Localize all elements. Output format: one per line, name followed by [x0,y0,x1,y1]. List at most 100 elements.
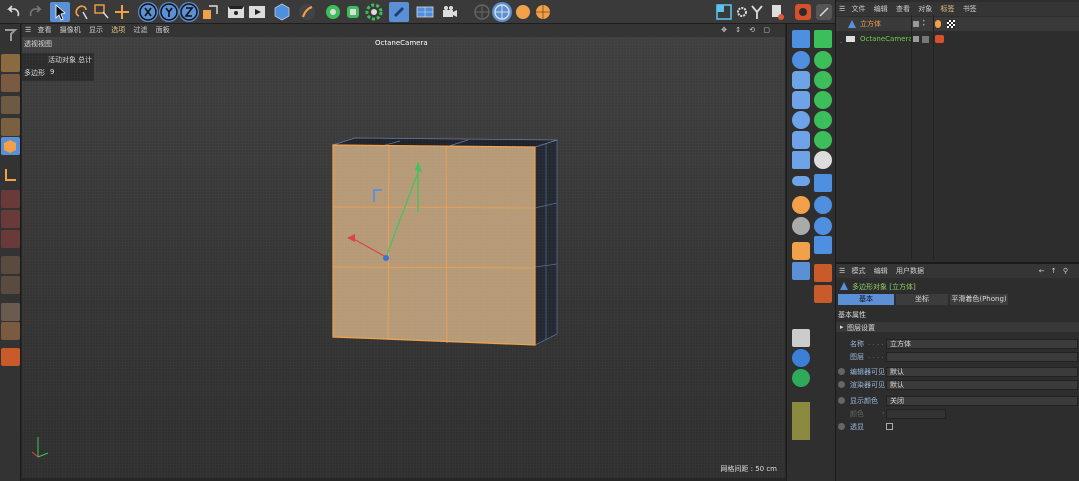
keyframe-icon[interactable] [838,368,845,375]
camera-icon[interactable] [440,2,460,22]
viewport-nav-icons[interactable]: ✥ ↕ ⟲ ▢ [721,24,773,37]
pen-spline-icon[interactable] [297,2,317,22]
render-view-icon[interactable] [226,2,246,22]
am-menu-userdata[interactable]: 用户数据 [896,267,924,275]
cube-top-face[interactable] [332,137,558,148]
rect-selection-icon[interactable] [92,2,112,22]
layer-icon[interactable] [913,21,919,27]
axis-mode-icon[interactable] [1,166,20,184]
floor-icon[interactable] [415,2,435,22]
gizmo-x-axis[interactable] [351,237,387,258]
green-plugin-icon[interactable] [792,369,810,387]
visibility-dots-icon[interactable]: • • [922,19,926,29]
attribute-manager-menu-icon[interactable]: ☰ [839,267,845,275]
visibility-icon[interactable] [922,36,929,43]
wrench-icon[interactable] [792,242,810,260]
polygon-tool-icon[interactable] [814,174,832,192]
torus-icon[interactable] [792,111,810,129]
tube-icon[interactable] [792,131,810,149]
scene-canvas[interactable] [22,37,785,478]
download-icon[interactable] [792,329,810,347]
material-tag-icon[interactable] [935,20,941,28]
perspective-viewport[interactable]: 透视视图 OctaneCamera 活动对象 总计 多边形 9 网格间距: 5… [22,37,785,478]
soft-selection-icon[interactable] [1,230,20,248]
layer-settings-group[interactable]: ▸ 图层设置 [836,322,1079,332]
cylinder-icon[interactable] [792,71,810,89]
redo-icon[interactable] [25,2,45,22]
editor-visible-dropdown[interactable]: 默认 [886,367,1078,377]
om-menu-file[interactable]: 文件 [852,5,866,13]
cube-right-face[interactable] [534,139,558,346]
am-nav-arrows[interactable]: ← ↑ ⚲ [1039,264,1070,278]
render-picture-viewer-icon[interactable] [247,2,267,22]
x-axis-lock-icon[interactable] [138,2,158,22]
uv-tag-icon[interactable] [947,20,955,28]
viewport-menu-options[interactable]: 选项 [111,26,125,34]
octane-s2-icon[interactable] [792,217,810,235]
viewport-menu-camera[interactable]: 摄像机 [60,26,81,34]
make-editable-icon[interactable] [1,26,20,44]
color-swatch-field[interactable] [886,409,946,419]
gizmo-z-axis[interactable] [383,255,389,261]
gizmo-y-axis[interactable] [385,166,421,258]
capsule-icon[interactable] [792,91,810,109]
viewport-menu-panel[interactable]: 面板 [156,26,170,34]
extrude-icon[interactable] [814,71,832,89]
sphere-icon[interactable] [792,51,810,69]
lathe-icon[interactable] [814,91,832,109]
tab-coordinates[interactable]: 坐标 [896,294,948,305]
polygon-mode-icon[interactable] [1,137,20,155]
octane-camera-tag-icon[interactable] [935,35,944,43]
cube-front-face[interactable] [332,144,536,346]
folder-icon[interactable] [1,348,20,366]
ffd-deformer-icon[interactable] [814,236,832,254]
loft-icon[interactable] [814,111,832,129]
workplane-mode-icon[interactable] [1,96,20,114]
cube-icon[interactable] [792,30,810,48]
python-tag-icon[interactable] [792,262,810,280]
move-icon[interactable] [112,2,132,22]
live-selection-icon[interactable] [71,2,91,22]
om-menu-edit[interactable]: 编辑 [874,5,888,13]
workplane-icon[interactable] [492,2,512,22]
plugin-strip-icon[interactable] [792,402,810,440]
viewport-menu-view[interactable]: 查看 [38,26,52,34]
om-menu-bookmarks[interactable]: 书签 [963,5,977,13]
lg-tag-icon[interactable] [814,285,832,303]
knife-icon[interactable] [1,256,20,274]
snap-settings-icon[interactable] [1,190,20,208]
om-menu-view[interactable]: 查看 [896,5,910,13]
generator-icon[interactable] [814,51,832,69]
boole-icon[interactable] [814,151,832,169]
array-generator-icon[interactable] [343,2,363,22]
document-icon[interactable] [1,303,20,321]
object-name[interactable]: 立方体 [860,17,881,31]
tab-phong[interactable]: 平滑着色(Phong) [950,294,1008,305]
bend-deformer-icon[interactable] [814,196,832,214]
quantize-icon[interactable] [1,210,20,228]
octane-settings-icon[interactable] [814,2,834,22]
layer-field[interactable] [886,352,1078,362]
xpresso-icon[interactable] [747,2,767,22]
brush-icon[interactable] [1,276,20,294]
am-menu-edit[interactable]: 编辑 [874,267,888,275]
undo-icon[interactable] [4,2,24,22]
xray-checkbox[interactable] [886,423,893,430]
octane-live-viewer-icon[interactable] [793,2,813,22]
viewport-menu-filter[interactable]: 过滤 [133,26,147,34]
tab-basic[interactable]: 基本 [838,294,894,305]
octane-sun-icon[interactable] [513,2,533,22]
layout-icon[interactable] [714,2,734,22]
object-manager-menu-icon[interactable]: ☰ [839,5,845,13]
model-mode-icon[interactable] [1,54,20,72]
subdivision-icon[interactable] [323,2,343,22]
om-menu-tags[interactable]: 标签 [940,5,954,13]
viewport-menu-display[interactable]: 显示 [89,26,103,34]
keyframe-icon[interactable] [838,423,845,430]
deformer-gear-icon[interactable] [364,2,384,22]
coordinate-system-icon[interactable] [200,2,220,22]
om-menu-object[interactable]: 对象 [918,5,932,13]
object-name[interactable]: OctaneCamera [860,32,913,46]
object-row-cube[interactable]: 立方体 • • [836,17,1079,31]
point-mode-icon[interactable] [1,118,20,136]
